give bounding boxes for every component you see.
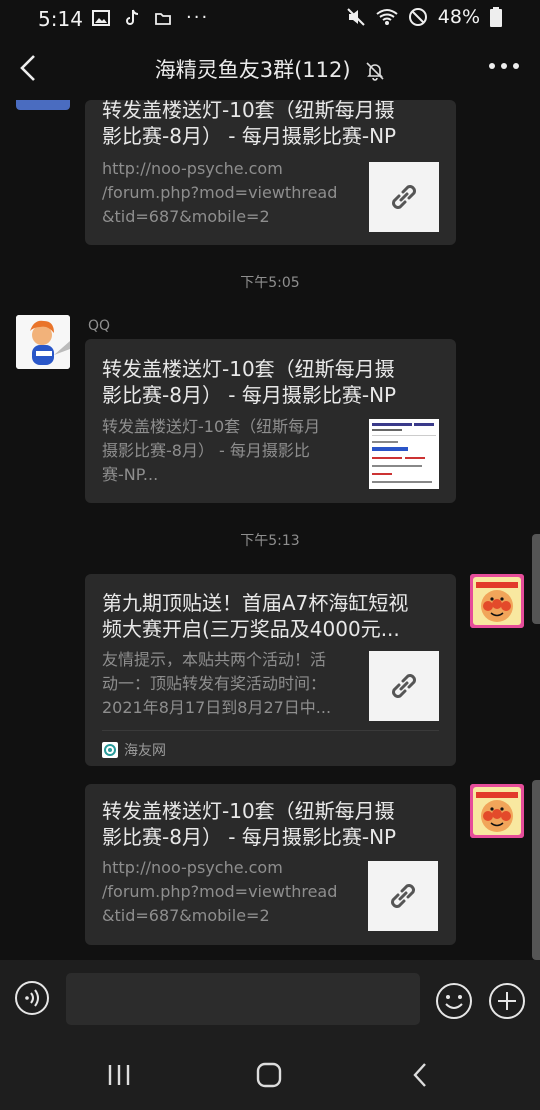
link-message-2[interactable]: 转发盖楼送灯-10套（纽斯每月摄 影比赛-8月） - 每月摄影比赛-NP 转发盖… xyxy=(85,339,456,503)
link-title-line: 转发盖楼送灯-10套（纽斯每月摄 xyxy=(102,799,395,823)
chat-title[interactable]: 海精灵鱼友3群(112) xyxy=(155,58,351,82)
link-message-1[interactable]: 转发盖楼送灯-10套（纽斯每月摄 影比赛-8月） - 每月摄影比赛-NP htt… xyxy=(85,100,456,245)
link-thumbnail xyxy=(368,861,438,931)
link-desc-line: 友情提示，本贴共两个活动！活 xyxy=(102,650,327,669)
timestamp: 下午5:13 xyxy=(240,533,300,549)
link-title-line: 影比赛-8月） - 每月摄影比赛-NP xyxy=(102,124,397,148)
link-desc-line: http://noo-psyche.com xyxy=(102,858,283,877)
my-avatar[interactable] xyxy=(470,784,524,838)
tiktok-icon xyxy=(126,9,139,25)
link-desc-line: /forum.php?mod=viewthread xyxy=(102,882,338,901)
battery-icon xyxy=(490,7,502,27)
link-desc-line: 转发盖楼送灯-10套（纽斯每月 xyxy=(102,417,321,436)
more-notifications-icon: ··· xyxy=(186,7,210,28)
sender-name: QQ xyxy=(88,318,111,334)
scrollbar[interactable] xyxy=(532,780,540,960)
more-icon[interactable] xyxy=(486,54,522,78)
avatar-partial[interactable] xyxy=(16,100,70,110)
link-desc-line: /forum.php?mod=viewthread xyxy=(102,183,338,202)
chat-title-wrap: 海精灵鱼友3群(112) xyxy=(0,54,540,84)
avatar[interactable] xyxy=(16,315,70,369)
timestamp: 下午5:05 xyxy=(240,275,300,291)
system-nav-bar xyxy=(0,1040,540,1110)
mute-bell-icon xyxy=(366,62,384,81)
message-input[interactable] xyxy=(66,973,420,1025)
link-title-line: 第九期顶贴送！首届A7杯海缸短视 xyxy=(102,591,409,615)
folder-icon xyxy=(155,12,171,25)
link-desc-line: 2021年8月17日到8月27日中... xyxy=(102,698,332,717)
chat-area[interactable]: 转发盖楼送灯-10套（纽斯每月摄 影比赛-8月） - 每月摄影比赛-NP htt… xyxy=(0,100,540,960)
link-icon xyxy=(392,674,416,698)
emoji-icon[interactable] xyxy=(435,982,473,1020)
source-logo-icon xyxy=(102,742,118,758)
mute-icon xyxy=(347,8,365,26)
home-icon[interactable] xyxy=(254,1062,284,1088)
my-avatar[interactable] xyxy=(470,574,524,628)
link-source: 海友网 xyxy=(102,740,166,760)
link-title-line: 转发盖楼送灯-10套（纽斯每月摄 xyxy=(102,100,395,122)
wifi-icon xyxy=(376,9,398,25)
link-title-line: 转发盖楼送灯-10套（纽斯每月摄 xyxy=(102,357,395,381)
input-bar xyxy=(0,960,540,1040)
webpage-thumbnail xyxy=(369,419,439,489)
battery-percent: 48% xyxy=(437,6,480,28)
do-not-disturb-icon xyxy=(408,8,427,26)
gallery-icon xyxy=(92,9,110,26)
link-desc-line: &tid=687&mobile=2 xyxy=(102,207,270,226)
link-title-line: 影比赛-8月） - 每月摄影比赛-NP xyxy=(102,383,397,407)
link-thumbnail xyxy=(369,651,439,721)
link-message-4[interactable]: 转发盖楼送灯-10套（纽斯每月摄 影比赛-8月） - 每月摄影比赛-NP htt… xyxy=(85,784,456,945)
link-icon xyxy=(392,185,416,209)
back-nav-icon[interactable] xyxy=(406,1062,436,1088)
link-desc-line: 摄影比赛-8月） - 每月摄影比 xyxy=(102,441,310,460)
cartoon-avatar-icon xyxy=(16,315,70,369)
chat-header: 海精灵鱼友3群(112) xyxy=(0,36,540,100)
link-message-3[interactable]: 第九期顶贴送！首届A7杯海缸短视 频大赛开启(三万奖品及4000元... 友情提… xyxy=(85,574,456,766)
link-icon xyxy=(391,884,415,908)
webpage-thumbnail-image xyxy=(372,423,436,483)
anpanman-avatar-icon xyxy=(470,574,524,628)
link-desc-line: 动一：顶贴转发有奖活动时间： xyxy=(102,674,327,693)
recent-apps-icon[interactable] xyxy=(104,1062,134,1088)
link-desc-line: http://noo-psyche.com xyxy=(102,159,283,178)
plus-icon[interactable] xyxy=(488,982,526,1020)
status-notification-icons: ··· xyxy=(92,7,209,28)
status-bar: 5:14 ··· 48% xyxy=(0,0,540,36)
status-time: 5:14 xyxy=(38,7,83,31)
link-desc-line: 赛-NP... xyxy=(102,465,159,484)
link-title-line: 频大赛开启(三万奖品及4000元... xyxy=(102,617,400,641)
voice-icon[interactable] xyxy=(14,980,50,1016)
link-title-line: 影比赛-8月） - 每月摄影比赛-NP xyxy=(102,825,397,849)
link-desc-line: &tid=687&mobile=2 xyxy=(102,906,270,925)
source-name: 海友网 xyxy=(124,743,166,759)
status-system-icons: 48% xyxy=(346,6,502,28)
edge-panel-handle[interactable] xyxy=(532,534,540,624)
anpanman-avatar-icon xyxy=(470,784,524,838)
bubble-divider xyxy=(102,730,439,731)
link-thumbnail xyxy=(369,162,439,232)
